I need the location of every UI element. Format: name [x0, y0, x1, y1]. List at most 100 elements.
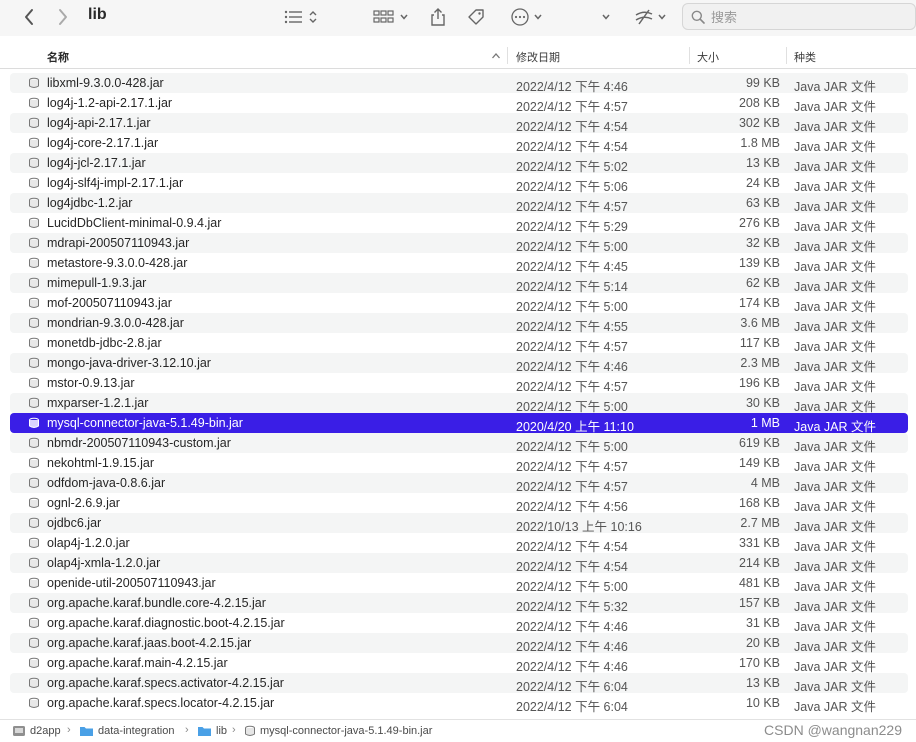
file-row[interactable]: mongo-java-driver-3.12.10.jar 2022/4/12 下…	[10, 353, 908, 374]
file-row[interactable]: log4j-core-2.17.1.jar 2022/4/12 下午 4:54 1.…	[10, 133, 908, 154]
file-name: log4j-jcl-2.17.1.jar	[47, 156, 146, 170]
jar-file-icon	[29, 637, 39, 648]
file-row[interactable]: metastore-9.3.0.0-428.jar 2022/4/12 下午 4:…	[10, 253, 908, 274]
file-row[interactable]: mstor-0.9.13.jar 2022/4/12 下午 4:57 196 KB J…	[10, 373, 908, 394]
file-row[interactable]: olap4j-1.2.0.jar 2022/4/12 下午 4:54 331 KB J…	[10, 533, 908, 554]
file-row[interactable]: mof-200507110943.jar 2022/4/12 下午 5:00 174…	[10, 293, 908, 314]
jar-file-icon	[29, 257, 39, 268]
more-actions-button[interactable]	[506, 4, 546, 30]
group-button[interactable]	[370, 4, 412, 30]
jar-file-icon	[29, 137, 39, 148]
jar-file-icon	[29, 517, 39, 528]
file-row[interactable]: org.apache.karaf.specs.activator-4.2.15.…	[10, 673, 908, 694]
jar-file-icon	[29, 337, 39, 348]
file-name: mxparser-1.2.1.jar	[47, 396, 149, 410]
file-name: libxml-9.3.0.0-428.jar	[47, 76, 164, 90]
forward-button[interactable]	[50, 4, 76, 30]
file-row[interactable]: mimepull-1.9.3.jar 2022/4/12 下午 5:14 62 KB…	[10, 273, 908, 294]
file-row[interactable]: mdrapi-200507110943.jar 2022/4/12 下午 5:00…	[10, 233, 908, 254]
jar-file-icon	[29, 377, 39, 388]
search-field[interactable]: 搜索	[682, 3, 916, 30]
file-size: 32 KB	[745, 236, 780, 250]
share-button[interactable]	[426, 4, 450, 30]
file-row[interactable]: org.apache.karaf.main-4.2.15.jar 2022/4/1…	[10, 653, 908, 674]
view-options-button[interactable]	[280, 4, 322, 30]
tag-button[interactable]	[464, 4, 488, 30]
file-size: 1.8 MB	[740, 136, 780, 150]
file-name: log4j-slf4j-impl-2.17.1.jar	[47, 176, 184, 190]
file-name: ojdbc6.jar	[47, 516, 102, 530]
jar-file-icon	[29, 357, 39, 368]
sync-button[interactable]	[630, 4, 670, 30]
path-separator-icon: ›	[67, 724, 71, 736]
file-row[interactable]: log4j-api-2.17.1.jar 2022/4/12 下午 4:54 302…	[10, 113, 908, 134]
file-size: 208 KB	[738, 96, 780, 110]
file-size: 149 KB	[738, 456, 780, 470]
file-row[interactable]: mondrian-9.3.0.0-428.jar 2022/4/12 下午 4:5…	[10, 313, 908, 334]
file-size: 30 KB	[745, 396, 780, 410]
column-size[interactable]: 大小	[697, 49, 719, 65]
more-icon	[510, 8, 529, 26]
file-list: libxml-9.3.0.0-428.jar 2022/4/12 下午 4:46 9…	[0, 70, 916, 716]
jar-file-icon	[29, 597, 39, 608]
jar-file-icon	[29, 317, 39, 328]
file-name: nbmdr-200507110943-custom.jar	[47, 436, 231, 450]
file-row[interactable]: ognl-2.6.9.jar 2022/4/12 下午 4:56 168 KB Jav…	[10, 493, 908, 514]
file-row[interactable]: log4jdbc-1.2.jar 2022/4/12 下午 4:57 63 KB Ja…	[10, 193, 908, 214]
jar-file-icon	[29, 197, 39, 208]
sort-ascending-icon	[492, 53, 500, 59]
path-item-lib[interactable]: lib	[197, 725, 227, 737]
path-item-label: d2app	[30, 725, 61, 737]
file-row[interactable]: mxparser-1.2.1.jar 2022/4/12 下午 5:00 30 KB…	[10, 393, 908, 414]
file-name: log4j-api-2.17.1.jar	[47, 116, 151, 130]
path-item-data-integration[interactable]: data-integration	[79, 725, 174, 737]
file-row[interactable]: LucidDbClient-minimal-0.9.4.jar 2022/4/12…	[10, 213, 908, 234]
file-row[interactable]: openide-util-200507110943.jar 2022/4/12 下…	[10, 573, 908, 594]
file-row[interactable]: log4j-jcl-2.17.1.jar 2022/4/12 下午 5:02 13 …	[10, 153, 908, 174]
file-row[interactable]: libxml-9.3.0.0-428.jar 2022/4/12 下午 4:46 9…	[10, 73, 908, 94]
file-row[interactable]: log4j-slf4j-impl-2.17.1.jar 2022/4/12 下午 …	[10, 173, 908, 194]
file-name: mondrian-9.3.0.0-428.jar	[47, 316, 184, 330]
file-row[interactable]: org.apache.karaf.diagnostic.boot-4.2.15.…	[10, 613, 908, 634]
file-name: org.apache.karaf.bundle.core-4.2.15.jar	[47, 596, 266, 610]
column-kind[interactable]: 种类	[794, 49, 816, 65]
column-divider[interactable]	[786, 47, 787, 64]
list-view-icon	[284, 10, 302, 24]
file-name: openide-util-200507110943.jar	[47, 576, 216, 590]
dropdown-button[interactable]	[598, 4, 614, 30]
file-size: 117 KB	[739, 336, 780, 350]
share-icon	[431, 8, 445, 26]
file-size: 99 KB	[745, 76, 780, 90]
file-name: mof-200507110943.jar	[47, 296, 172, 310]
file-row[interactable]: org.apache.karaf.bundle.core-4.2.15.jar 2…	[10, 593, 908, 614]
file-name: olap4j-1.2.0.jar	[47, 536, 130, 550]
file-row[interactable]: nbmdr-200507110943-custom.jar 2022/4/12 下…	[10, 433, 908, 454]
column-divider[interactable]	[507, 47, 508, 64]
file-row-selected[interactable]: mysql-connector-java-5.1.49-bin.jar 2020/…	[10, 413, 908, 434]
file-row[interactable]: olap4j-xmla-1.2.0.jar 2022/4/12 下午 4:54 21…	[10, 553, 908, 574]
file-row[interactable]: odfdom-java-0.8.6.jar 2022/4/12 下午 4:57 4 …	[10, 473, 908, 494]
file-row[interactable]: org.apache.karaf.specs.locator-4.2.15.ja…	[10, 693, 908, 714]
file-name: mysql-connector-java-5.1.49-bin.jar	[47, 416, 243, 430]
back-button[interactable]	[16, 4, 42, 30]
file-row[interactable]: log4j-1.2-api-2.17.1.jar 2022/4/12 下午 4:5…	[10, 93, 908, 114]
file-row[interactable]: monetdb-jdbc-2.8.jar 2022/4/12 下午 4:57 117…	[10, 333, 908, 354]
file-size: 63 KB	[745, 196, 780, 210]
file-row[interactable]: ojdbc6.jar 2022/10/13 上午 10:16 2.7 MB Java …	[10, 513, 908, 534]
column-divider[interactable]	[689, 47, 690, 64]
file-kind: Java JAR 文件	[794, 700, 876, 714]
file-size: 24 KB	[745, 176, 780, 190]
column-date[interactable]: 修改日期	[516, 49, 560, 65]
path-item-label: mysql-connector-java-5.1.49-bin.jar	[260, 725, 433, 737]
jar-file-icon	[29, 557, 39, 568]
column-name[interactable]: 名称	[47, 49, 69, 65]
file-name: mdrapi-200507110943.jar	[47, 236, 190, 250]
file-name: ognl-2.6.9.jar	[47, 496, 120, 510]
file-name: log4jdbc-1.2.jar	[47, 196, 133, 210]
path-item-d2app[interactable]: d2app	[12, 725, 61, 737]
file-row[interactable]: org.apache.karaf.jaas.boot-4.2.15.jar 202…	[10, 633, 908, 654]
file-name: LucidDbClient-minimal-0.9.4.jar	[47, 216, 222, 230]
path-item-file[interactable]: mysql-connector-java-5.1.49-bin.jar	[244, 725, 432, 737]
file-size: 331 KB	[738, 536, 780, 550]
file-row[interactable]: nekohtml-1.9.15.jar 2022/4/12 下午 4:57 149 …	[10, 453, 908, 474]
